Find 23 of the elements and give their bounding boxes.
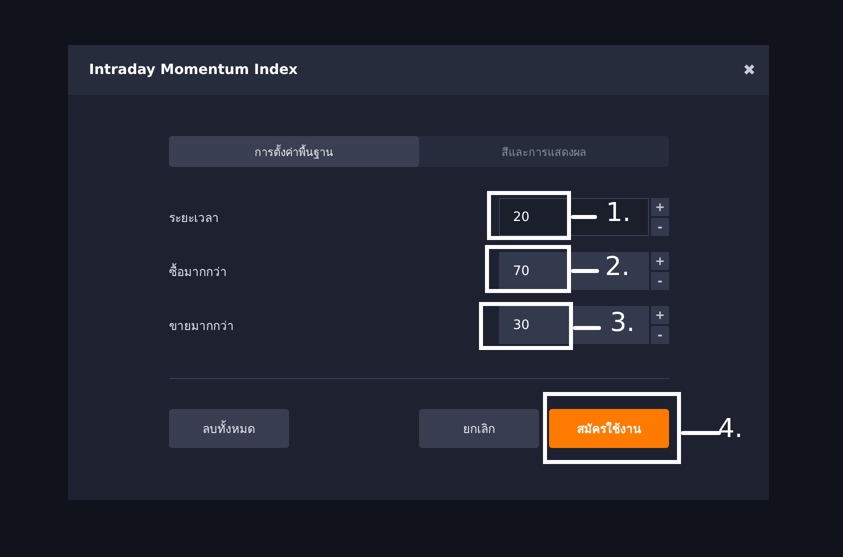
leader-line [571,215,597,219]
annotation-number: 3. [610,308,635,338]
close-button[interactable]: ✖ [743,61,756,79]
field-label: ขายมากกว่า [169,318,234,334]
leader-line [571,269,599,273]
action-button[interactable]: ลบทั้งหมด [169,409,289,448]
decrement-button[interactable]: - [651,326,669,344]
leader-line [681,431,721,435]
annotation-number: 2. [605,252,630,282]
field-label: ซื้อมากกว่า [169,262,227,280]
decrement-button[interactable]: - [651,272,669,290]
leader-line [573,326,601,330]
tab[interactable]: สีและการแสดงผล [419,136,669,167]
tab[interactable]: การตั้งค่าพื้นฐาน [169,136,419,167]
increment-button[interactable]: + [651,198,669,216]
decrement-button[interactable]: - [651,218,669,236]
window-title: Intraday Momentum Index [89,62,298,78]
action-button[interactable]: ยกเลิก [419,409,539,448]
increment-button[interactable]: + [651,306,669,324]
annotation-number: 4. [718,414,743,444]
annotation-number: 1. [606,198,631,228]
increment-button[interactable]: + [651,252,669,270]
field-label: ระยะเวลา [169,210,219,226]
